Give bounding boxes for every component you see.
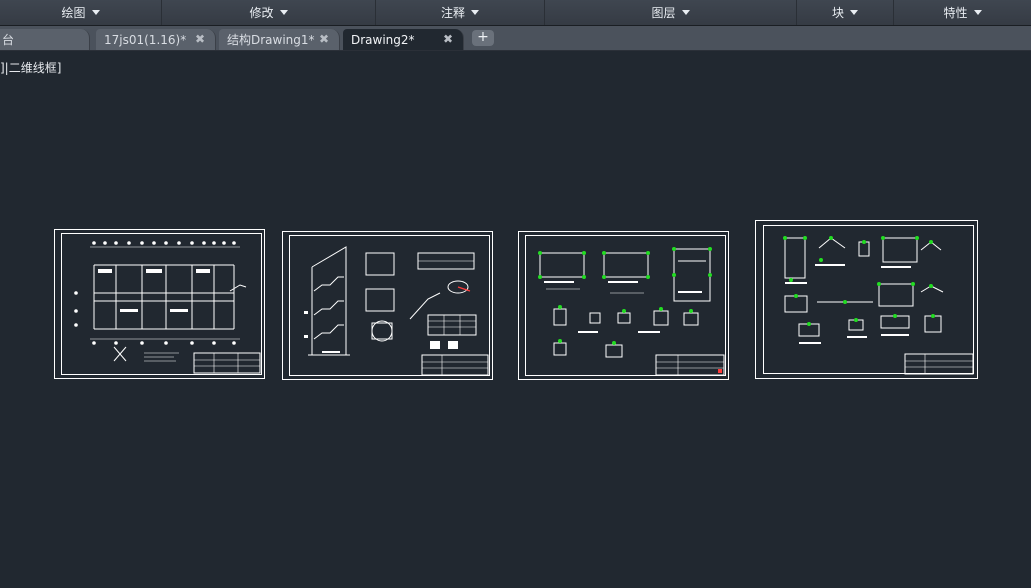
tab-start[interactable]: 台 (0, 29, 90, 50)
tab-label: 台 (2, 33, 15, 47)
chevron-down-icon (91, 10, 100, 15)
tab-drawing2[interactable]: Drawing2* ✖ (343, 29, 464, 50)
panel-block-label: 块 (831, 6, 844, 20)
panel-annotation-label: 注释 (440, 6, 465, 20)
panel-modify[interactable]: 修改 (162, 0, 376, 25)
drawing-sheet-details-b[interactable] (755, 220, 978, 379)
panel-draw[interactable]: 绘图 (0, 0, 162, 25)
details-a-drawing (518, 231, 729, 380)
panel-properties[interactable]: 特性 (894, 0, 1031, 25)
viewport-style-label[interactable]: ]|二维线框] (0, 59, 61, 76)
panel-properties-label: 特性 (943, 6, 968, 20)
tab-label: 结构Drawing1* (227, 33, 315, 47)
tab-label: 17js01(1.16)* (104, 32, 187, 47)
new-tab-button[interactable]: + (472, 30, 494, 46)
panel-modify-label: 修改 (249, 6, 274, 20)
chevron-down-icon (973, 10, 982, 15)
close-icon[interactable]: ✖ (443, 32, 453, 46)
close-icon[interactable]: ✖ (195, 32, 205, 46)
drawing-sheet-stair-section[interactable] (282, 231, 493, 380)
chevron-down-icon (681, 10, 690, 15)
drawing-sheet-details-a[interactable] (518, 231, 729, 380)
stair-section-drawing (282, 231, 493, 380)
panel-annotation[interactable]: 注释 (376, 0, 545, 25)
drawing-sheet-floor-plan[interactable] (54, 229, 265, 379)
panel-layers[interactable]: 图层 (545, 0, 797, 25)
chevron-down-icon (471, 10, 479, 15)
tab-label: Drawing2* (351, 32, 415, 47)
details-b-drawing (755, 220, 978, 379)
floor-plan-drawing (54, 229, 265, 379)
tab-structure-drawing1[interactable]: 结构Drawing1* ✖ (219, 29, 340, 50)
tab-17js01[interactable]: 17js01(1.16)* ✖ (96, 29, 216, 50)
panel-layers-label: 图层 (651, 6, 676, 20)
close-icon[interactable]: ✖ (319, 32, 329, 46)
panel-draw-label: 绘图 (61, 6, 86, 20)
ribbon-panel-bar: 绘图 修改 注释 图层 块 特性 (0, 0, 1031, 26)
chevron-down-icon (850, 10, 858, 15)
file-tab-bar: 台 17js01(1.16)* ✖ 结构Drawing1* ✖ Drawing2… (0, 26, 1031, 51)
chevron-down-icon (279, 10, 288, 15)
panel-block[interactable]: 块 (797, 0, 894, 25)
